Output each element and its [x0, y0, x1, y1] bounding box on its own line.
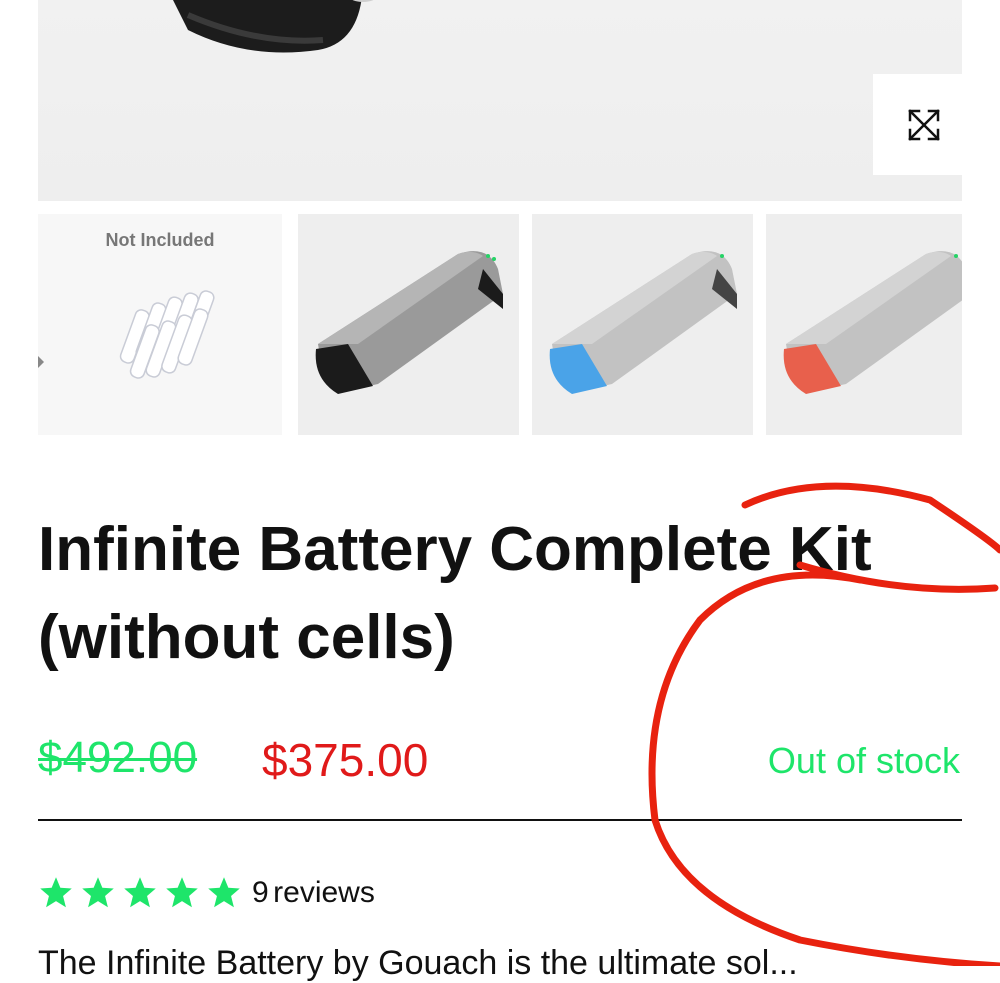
product-title-line2: (without cells) — [38, 603, 455, 672]
zoom-button[interactable] — [873, 74, 962, 175]
star-icon — [124, 877, 156, 908]
thumbnail-battery-black[interactable] — [298, 214, 519, 435]
sale-price: $375.00 — [262, 734, 429, 786]
battery-hero-illustration — [173, 0, 374, 53]
star-icon — [166, 877, 198, 908]
star-icon — [82, 877, 114, 908]
thumbnail-cells-not-included[interactable]: Not Included — [38, 214, 282, 435]
chevron-left-icon[interactable] — [38, 356, 46, 368]
battery-black-image — [315, 251, 503, 394]
product-description: The Infinite Battery by Gouach is the ul… — [38, 944, 798, 982]
reviews-count[interactable]: 9 — [252, 876, 269, 910]
divider — [38, 819, 962, 821]
star-icon — [208, 877, 240, 908]
reviews-label[interactable]: reviews — [273, 876, 375, 910]
battery-red-image — [783, 251, 962, 394]
expand-icon — [907, 108, 940, 141]
thumbnail-strip: Not Included — [38, 214, 962, 435]
cells-cluster-image — [119, 290, 215, 379]
thumbnail-caption: Not Included — [105, 230, 215, 250]
product-title: Infinite Battery Complete Kit (without c… — [38, 506, 968, 682]
product-title-line1: Infinite Battery Complete Kit — [38, 515, 872, 584]
original-price: $492.00 — [38, 733, 198, 782]
star-icon — [40, 877, 72, 908]
thumbnail-battery-blue[interactable] — [532, 214, 753, 435]
thumbnail-battery-red[interactable] — [766, 214, 962, 435]
battery-blue-image — [549, 251, 737, 394]
product-hero-image — [38, 0, 962, 201]
rating-row[interactable]: 9 reviews — [38, 870, 375, 916]
stock-status: Out of stock — [767, 740, 960, 781]
